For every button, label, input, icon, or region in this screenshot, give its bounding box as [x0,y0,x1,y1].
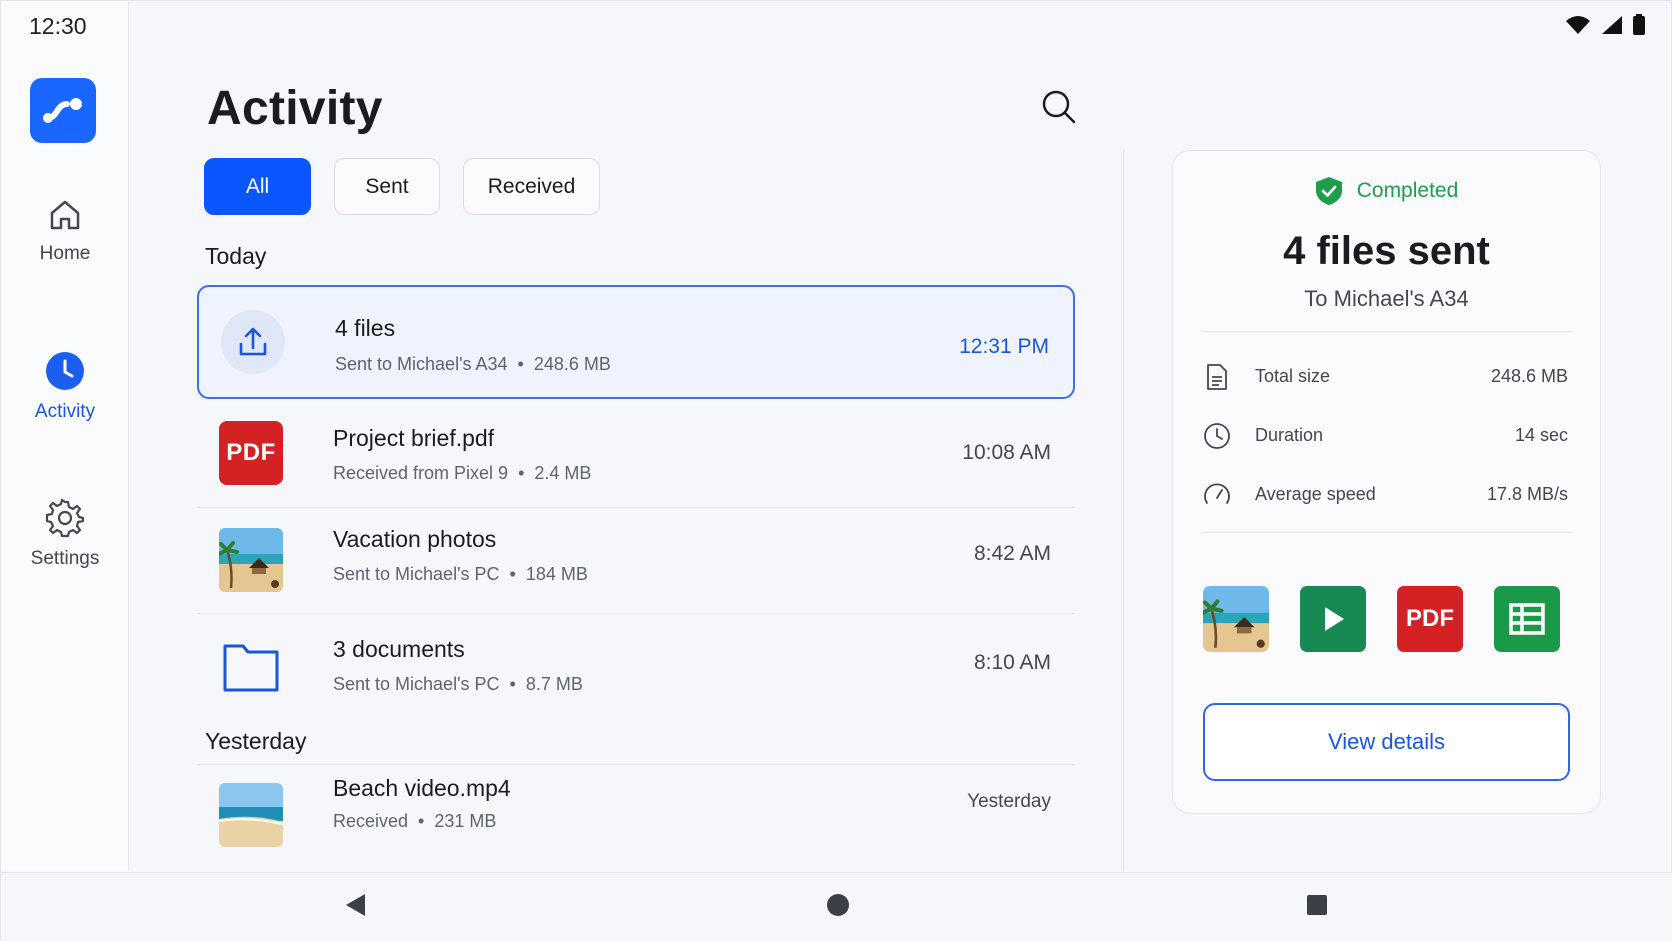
filter-chip-sent[interactable]: Sent [334,158,440,215]
row-time: 10:08 AM [962,441,1051,464]
activity-row[interactable]: 3 documents Sent to Michael's PC • 8.7 MB … [197,614,1075,720]
back-button[interactable] [343,891,367,924]
home-icon [1,197,129,233]
beach-photo-thumbnail[interactable] [1203,586,1269,652]
rail-item-activity[interactable]: Activity [1,351,129,423]
search-icon [1042,90,1076,124]
rail-item-settings[interactable]: Settings [1,498,129,570]
section-header-yesterday: Yesterday [205,728,307,754]
row-subtitle: Sent to Michael's PC • 8.7 MB [333,674,583,694]
beach-photo-thumbnail [219,528,283,592]
row-time: 8:42 AM [973,542,1051,565]
filter-chip-all[interactable]: All [204,158,311,215]
home-button[interactable] [826,893,850,922]
activity-row[interactable]: PDF Project brief.pdf Received from Pixe… [197,401,1075,507]
status-time: 12:30 [29,13,87,39]
recents-square-icon [1307,895,1327,915]
activity-list-pane: Activity All Sent Received Today 4 files… [129,1,1129,871]
system-navigation-bar [1,872,1672,941]
speedometer-icon [1204,483,1230,504]
clock-icon [1204,423,1230,449]
recents-button[interactable] [1306,894,1328,921]
wifi-icon [1566,15,1590,34]
app-logo-icon [43,97,82,123]
row-title: Vacation photos [333,526,497,552]
app-logo[interactable] [30,78,96,143]
upload-icon [239,327,267,356]
signal-icon [1602,15,1622,34]
folder-icon [219,634,283,698]
activity-row[interactable]: Vacation photos Sent to Michael's PC • 184… [197,508,1075,614]
status-row: Completed [1173,176,1600,206]
row-subtitle: Received • 231 MB [333,811,497,831]
pane-divider [1123,149,1124,871]
page-title: Activity [207,82,383,135]
row-title: 3 documents [333,636,465,662]
filter-chips: All Sent Received [204,158,600,215]
beach-video-thumbnail [219,783,283,847]
pdf-icon[interactable]: PDF [1397,586,1463,652]
row-time: 8:10 AM [973,651,1051,674]
transfer-details-card: Completed 4 files sent To Michael's A34 … [1172,150,1601,814]
stat-value: 14 sec [1514,425,1568,445]
activity-row[interactable]: Beach video.mp4 Received • 231 MB Yesterda… [197,765,1075,871]
clock-icon [1,351,129,391]
rail-item-home[interactable]: Home [1,197,129,265]
status-icons [1565,14,1645,35]
view-details-button[interactable]: View details [1203,703,1570,781]
stat-label: Duration [1255,425,1324,445]
filter-chip-received[interactable]: Received [463,158,600,215]
video-play-icon[interactable] [1300,586,1366,652]
activity-row[interactable]: 4 files Sent to Michael's A34 • 248.6 MB 1… [197,285,1075,399]
status-badge: Completed [1356,179,1459,202]
row-title: 4 files [335,315,396,341]
card-divider [1203,532,1572,533]
document-icon [1207,364,1227,390]
section-header-today: Today [205,243,267,269]
stat-value: 17.8 MB/s [1486,484,1568,504]
row-subtitle: Sent to Michael's A34 • 248.6 MB [335,354,611,374]
row-subtitle: Sent to Michael's PC • 184 MB [333,564,588,584]
upload-thumbnail [221,310,285,374]
sent-files-preview: PDF [1203,586,1560,652]
row-title: Beach video.mp4 [333,775,511,801]
back-triangle-icon [346,894,365,916]
stat-average-speed: Average speed 17.8 MB/s [1203,475,1572,515]
stat-label: Total size [1255,366,1331,386]
home-circle-icon [827,894,849,916]
row-title: Project brief.pdf [333,425,495,451]
pdf-icon: PDF [219,421,283,485]
spreadsheet-icon[interactable] [1494,586,1560,652]
details-title: 4 files sent [1283,229,1490,273]
row-time: 12:31 PM [959,335,1049,358]
row-subtitle: Received from Pixel 9 • 2.4 MB [333,463,592,483]
stat-label: Average speed [1255,484,1376,504]
rail-item-label: Settings [30,548,100,569]
navigation-rail: Home Activity Settings [1,1,129,871]
card-divider [1203,331,1572,332]
rail-item-label: Home [39,243,91,264]
verified-check-icon [1315,177,1342,205]
search-button[interactable] [1041,89,1077,125]
stat-total-size: Total size 248.6 MB [1203,357,1572,397]
row-time: Yesterday [967,791,1051,812]
stat-value: 248.6 MB [1490,366,1568,386]
gear-icon [1,498,129,538]
stat-duration: Duration 14 sec [1203,416,1572,456]
details-subtitle: To Michael's A34 [1304,286,1469,311]
device-screen: Home Activity Settings 12:30 Activity Al… [0,0,1672,941]
battery-icon [1633,14,1645,35]
rail-item-label: Activity [34,401,96,422]
